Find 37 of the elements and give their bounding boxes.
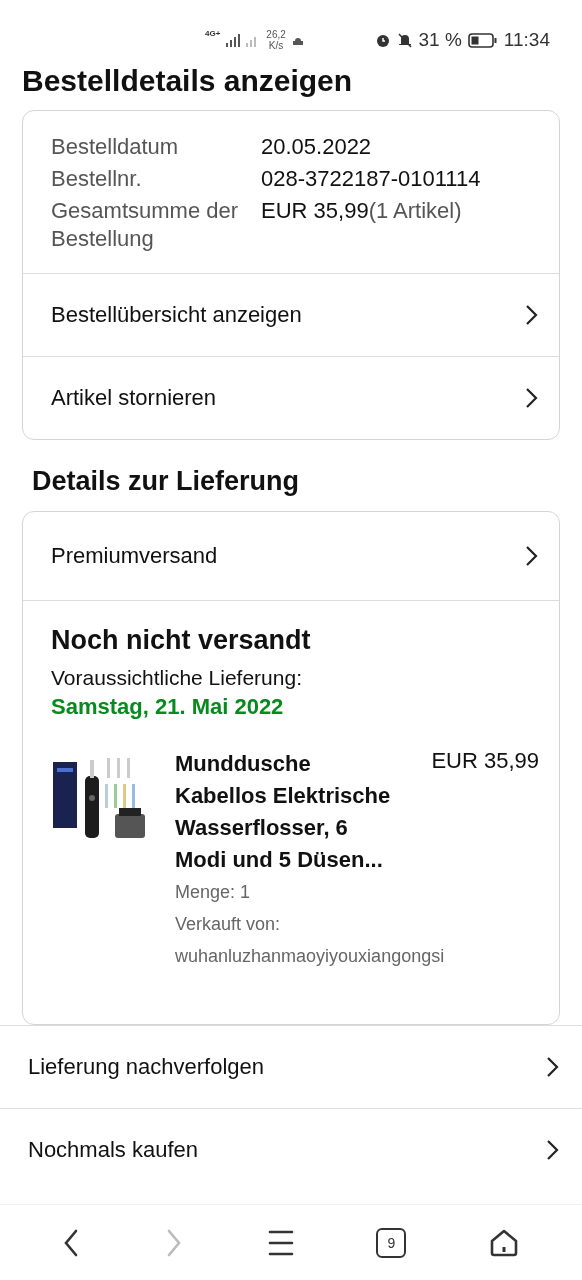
- info-label: Bestelldatum: [51, 133, 180, 161]
- speed-value: 26,2: [266, 29, 286, 40]
- battery-percent: 31 %: [418, 29, 462, 51]
- shipment-status: Noch nicht versandt: [51, 625, 312, 656]
- info-label: Gesamtsumme der Bestellung: [51, 197, 240, 253]
- speed-unit: K/s: [268, 40, 284, 51]
- action-row[interactable]: Lieferung nachverfolgen: [0, 1025, 582, 1108]
- chevron-right-icon: [546, 1056, 560, 1078]
- chevron-right-icon: [525, 304, 539, 326]
- action-row[interactable]: Nochmals kaufen: [0, 1108, 582, 1191]
- info-note: (1 Artikel): [368, 198, 462, 223]
- network-type: 4G+: [205, 29, 221, 38]
- info-label: Bestellnr.: [51, 165, 143, 193]
- muted-bell-icon: [396, 32, 413, 48]
- link-row[interactable]: Bestellübersicht anzeigen: [23, 273, 559, 356]
- battery-icon: [467, 32, 498, 48]
- section-heading: Details zur Lieferung: [32, 466, 301, 497]
- delivery-date: Samstag, 21. Mai 2022: [51, 693, 285, 721]
- seller-name: wuhanluzhanmaoyiyouxiangongsi: [175, 945, 445, 968]
- quantity: Menge: 1: [175, 881, 251, 904]
- page-title: Bestelldetails anzeigen: [22, 64, 354, 98]
- info-value: EUR 35,99: [261, 198, 369, 223]
- seller-label: Verkauft von:: [175, 913, 281, 936]
- mosque-icon: [291, 35, 304, 45]
- alarm-icon: [374, 32, 391, 48]
- product-title[interactable]: Munddusche Kabellos Elektrische Wasserflosser, 6 Modi und 5 Düsen...: [175, 748, 405, 876]
- clock-time: 11:34: [503, 29, 550, 51]
- info-value: 20.05.2022: [261, 134, 372, 159]
- info-value: 028-3722187-0101114: [261, 166, 481, 191]
- delivery-estimate-label: Voraussichtliche Lieferung:: [51, 665, 303, 691]
- product-price: EUR 35,99: [431, 748, 539, 774]
- chevron-right-icon: [525, 387, 539, 409]
- link-row[interactable]: Artikel stornieren: [23, 356, 559, 439]
- chevron-right-icon: [546, 1139, 560, 1161]
- chevron-right-icon: [525, 545, 539, 567]
- shipping-row[interactable]: Premiumversand: [23, 512, 559, 600]
- tabs-button[interactable]: 9: [376, 1227, 407, 1258]
